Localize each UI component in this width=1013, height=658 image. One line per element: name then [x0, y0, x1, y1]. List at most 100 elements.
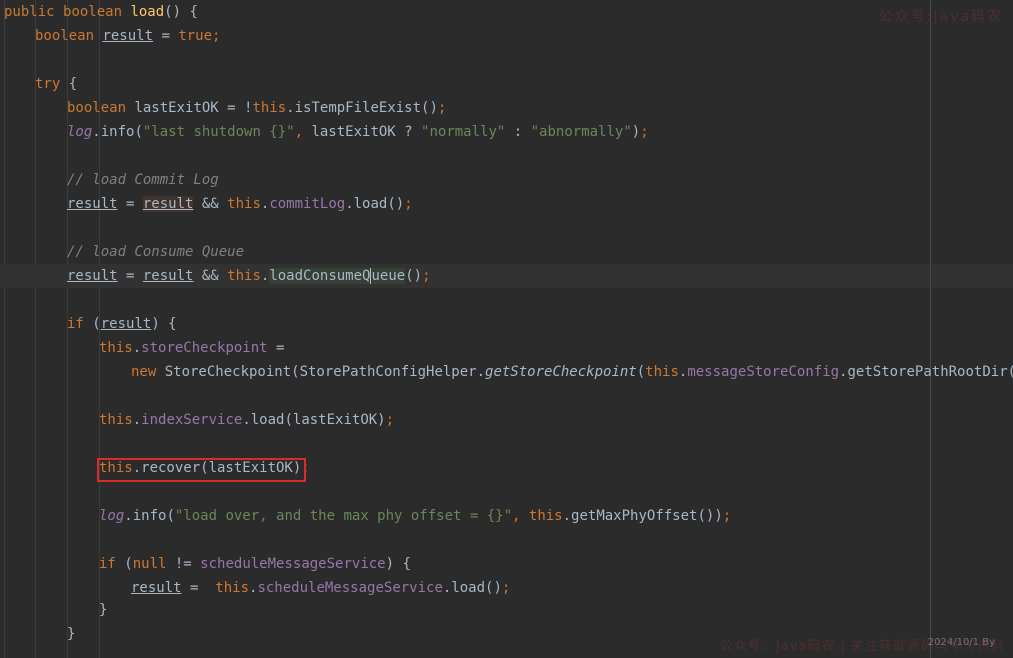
code-token: new: [131, 364, 165, 380]
code-token: .: [286, 100, 295, 116]
code-token: ;: [404, 196, 413, 212]
code-token: loadConsumeQ: [269, 268, 371, 284]
code-token: }: [67, 626, 76, 642]
code-token: ;: [722, 508, 732, 524]
code-token: {: [68, 76, 78, 92]
code-line[interactable]: // load Commit Log: [67, 168, 219, 192]
code-token: ;: [385, 412, 395, 428]
code-token: ) {: [385, 556, 411, 572]
code-token: try: [35, 76, 69, 92]
code-token: !=: [166, 556, 201, 572]
code-token: .getStorePathRootDir())): [839, 364, 1013, 380]
code-token: "load over, and the max phy offset = {}": [174, 508, 513, 524]
indent-guide: [35, 0, 36, 658]
watermark-timestamp: 2024/10/1 By: [927, 637, 995, 648]
code-token: load: [130, 4, 165, 20]
code-token: this: [252, 100, 287, 116]
code-line[interactable]: log.info("load over, and the max phy off…: [99, 504, 731, 528]
code-token: if: [99, 556, 125, 572]
code-token: this: [99, 340, 133, 356]
code-line[interactable]: this.storeCheckpoint =: [99, 336, 284, 360]
annotation-highlight-box: [97, 458, 306, 482]
code-token: "normally": [421, 124, 506, 140]
code-token: (: [636, 364, 646, 380]
watermark-top: 公众号:Java码农: [878, 9, 1003, 25]
code-token: result: [142, 268, 194, 284]
code-token: :: [505, 124, 531, 140]
code-token: this: [528, 508, 563, 524]
code-token: .: [132, 340, 142, 356]
code-token: this: [99, 412, 133, 428]
code-token: this: [227, 196, 261, 212]
code-token: (: [124, 556, 133, 572]
code-token: if: [67, 316, 93, 332]
code-line[interactable]: if (null != scheduleMessageService) {: [99, 552, 411, 576]
code-token: ;: [422, 268, 431, 284]
code-line[interactable]: log.info("last shutdown {}", lastExitOK …: [67, 120, 649, 144]
code-token: ueue: [371, 268, 406, 284]
code-token: scheduleMessageService: [257, 580, 443, 596]
code-token: .: [132, 412, 142, 428]
code-token: }: [99, 602, 108, 618]
code-line[interactable]: // load Consume Queue: [67, 240, 244, 264]
code-line[interactable]: this.indexService.load(lastExitOK);: [99, 408, 394, 432]
code-token: "last shutdown {}": [142, 124, 295, 140]
code-token: commitLog: [269, 196, 346, 212]
code-token: ;: [437, 100, 447, 116]
code-token: log: [67, 124, 93, 140]
code-token: boolean: [63, 4, 131, 20]
code-token: =: [153, 28, 179, 44]
code-line[interactable]: result = result && this.loadConsumeQueue…: [67, 264, 431, 288]
code-line[interactable]: boolean result = true;: [35, 24, 220, 48]
code-token: boolean: [67, 100, 135, 116]
code-token: indexService: [141, 412, 243, 428]
code-token: .load(): [345, 196, 405, 212]
code-editor[interactable]: public boolean load() {boolean result = …: [0, 0, 1013, 658]
code-token: scheduleMessageService: [200, 556, 386, 572]
indent-guide: [4, 0, 5, 658]
code-token: log: [99, 508, 125, 524]
code-token: .getMaxPhyOffset()): [562, 508, 723, 524]
code-token: lastExitOK ?: [311, 124, 422, 140]
code-line[interactable]: boolean lastExitOK = !this.isTempFileExi…: [67, 96, 446, 120]
code-token: .info(: [92, 124, 143, 140]
code-token: storeCheckpoint: [141, 340, 268, 356]
code-line[interactable]: result = result && this.commitLog.load()…: [67, 192, 413, 216]
code-token: result: [100, 316, 152, 332]
code-token: // load Commit Log: [67, 172, 219, 188]
code-token: ): [631, 124, 641, 140]
code-token: =: [181, 580, 216, 596]
code-token: .load(lastExitOK): [242, 412, 386, 428]
code-token: (): [421, 100, 438, 116]
code-token: getStoreCheckpoint: [485, 364, 637, 380]
code-line[interactable]: try {: [35, 72, 77, 96]
code-token: this: [645, 364, 679, 380]
code-token: public: [4, 4, 64, 20]
right-margin-guide: [930, 0, 931, 658]
code-token: result: [102, 28, 154, 44]
code-line[interactable]: result = this.scheduleMessageService.loa…: [131, 576, 510, 600]
code-line[interactable]: new StoreCheckpoint(StorePathConfigHelpe…: [131, 360, 1013, 384]
code-token: ;: [212, 28, 221, 44]
code-token: lastExitOK = !: [134, 100, 253, 116]
code-token: result: [67, 268, 118, 284]
code-token: ) {: [151, 316, 177, 332]
code-line[interactable]: public boolean load() {: [4, 0, 198, 24]
code-token: "abnormally": [530, 124, 632, 140]
code-line[interactable]: }: [99, 598, 107, 622]
code-token: // load Consume Queue: [67, 244, 245, 260]
code-token: result: [131, 580, 182, 596]
code-token: this: [227, 268, 261, 284]
code-token: isTempFileExist: [294, 100, 422, 116]
code-token: messageStoreConfig: [687, 364, 840, 380]
code-token: =: [267, 340, 285, 356]
code-token: ,: [294, 124, 312, 140]
code-token: (): [405, 268, 423, 284]
code-line[interactable]: }: [67, 622, 75, 646]
code-token: result: [142, 196, 194, 212]
code-line[interactable]: if (result) {: [67, 312, 177, 336]
code-token: ,: [512, 508, 529, 524]
code-token: null: [132, 556, 167, 572]
code-token: StoreCheckpoint(StorePathConfigHelper.: [164, 364, 486, 380]
code-token: &&: [193, 196, 228, 212]
